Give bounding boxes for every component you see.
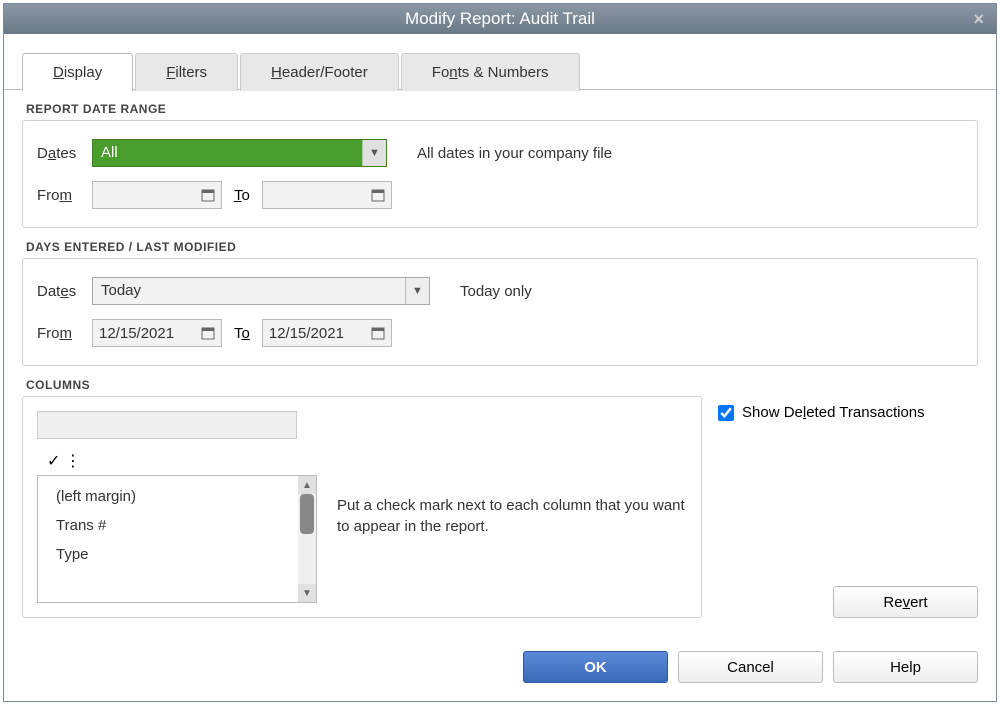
calendar-icon — [371, 188, 385, 202]
entered-dates-hint: Today only — [460, 283, 532, 300]
ok-button[interactable]: OK — [523, 651, 668, 683]
list-item[interactable]: Trans # — [38, 511, 316, 540]
help-button[interactable]: Help — [833, 651, 978, 683]
from-label-2: From — [37, 325, 92, 342]
report-dates-dropdown[interactable]: All ▼ — [92, 139, 387, 167]
columns-hint: Put a check mark next to each column tha… — [337, 475, 687, 603]
chevron-down-icon: ▼ — [362, 140, 386, 166]
show-deleted-checkbox[interactable] — [718, 405, 734, 421]
tab-strip: Display Filters Header/Footer Fonts & Nu… — [4, 34, 996, 90]
to-label-2: To — [234, 325, 250, 342]
titlebar: Modify Report: Audit Trail × — [4, 4, 996, 34]
show-deleted-checkbox-row[interactable]: Show Deleted Transactions — [718, 404, 978, 421]
tab-fonts-numbers[interactable]: Fonts & Numbers — [401, 53, 580, 91]
list-item[interactable]: Type — [38, 540, 316, 569]
columns-panel: ✓ ⋮ (left margin) Trans # Type ▲ ▼ — [22, 396, 702, 618]
tab-display[interactable]: Display — [22, 53, 133, 91]
show-deleted-label: Show Deleted Transactions — [742, 404, 925, 421]
days-entered-label: DAYS ENTERED / LAST MODIFIED — [22, 228, 978, 258]
close-icon[interactable]: × — [973, 9, 984, 30]
chevron-down-icon: ▼ — [405, 278, 429, 304]
entered-from-value: 12/15/2021 — [99, 325, 201, 342]
columns-section: ✓ ⋮ (left margin) Trans # Type ▲ ▼ — [22, 396, 978, 618]
report-from-date-input[interactable] — [92, 181, 222, 209]
scrollbar[interactable]: ▲ ▼ — [298, 476, 316, 602]
report-date-range-label: REPORT DATE RANGE — [22, 90, 978, 120]
report-dates-hint: All dates in your company file — [417, 145, 612, 162]
days-entered-section: Dates Today ▼ Today only From 12/15/2021… — [22, 258, 978, 366]
window-title: Modify Report: Audit Trail — [405, 9, 595, 28]
scroll-thumb[interactable] — [300, 494, 314, 534]
cancel-button[interactable]: Cancel — [678, 651, 823, 683]
dates-label: Dates — [37, 145, 92, 162]
button-bar: OK Cancel Help — [4, 633, 996, 701]
calendar-icon — [201, 326, 215, 340]
report-date-range-section: Dates All ▼ All dates in your company fi… — [22, 120, 978, 228]
list-item[interactable]: (left margin) — [38, 482, 316, 511]
modify-report-window: Modify Report: Audit Trail × Display Fil… — [3, 3, 997, 702]
entered-from-date-input[interactable]: 12/15/2021 — [92, 319, 222, 347]
report-dates-value: All — [93, 140, 362, 166]
to-label: To — [234, 187, 250, 204]
report-to-date-input[interactable] — [262, 181, 392, 209]
entered-to-value: 12/15/2021 — [269, 325, 371, 342]
tab-content: REPORT DATE RANGE Dates All ▼ All dates … — [4, 89, 996, 633]
scroll-down-icon[interactable]: ▼ — [298, 584, 316, 602]
tab-header-footer[interactable]: Header/Footer — [240, 53, 399, 91]
scroll-up-icon[interactable]: ▲ — [298, 476, 316, 494]
calendar-icon — [371, 326, 385, 340]
entered-dates-value: Today — [93, 278, 405, 304]
tab-filters[interactable]: Filters — [135, 53, 238, 91]
columns-right-panel: Show Deleted Transactions Revert — [718, 396, 978, 618]
entered-to-date-input[interactable]: 12/15/2021 — [262, 319, 392, 347]
calendar-icon — [201, 188, 215, 202]
check-indicator: ✓ ⋮ — [37, 447, 687, 475]
columns-listbox[interactable]: (left margin) Trans # Type ▲ ▼ — [37, 475, 317, 603]
columns-search-input[interactable] — [37, 411, 297, 439]
revert-button[interactable]: Revert — [833, 586, 978, 618]
entered-dates-dropdown[interactable]: Today ▼ — [92, 277, 430, 305]
dates-label-2: Dates — [37, 283, 92, 300]
columns-label: COLUMNS — [22, 366, 978, 396]
from-label: From — [37, 187, 92, 204]
